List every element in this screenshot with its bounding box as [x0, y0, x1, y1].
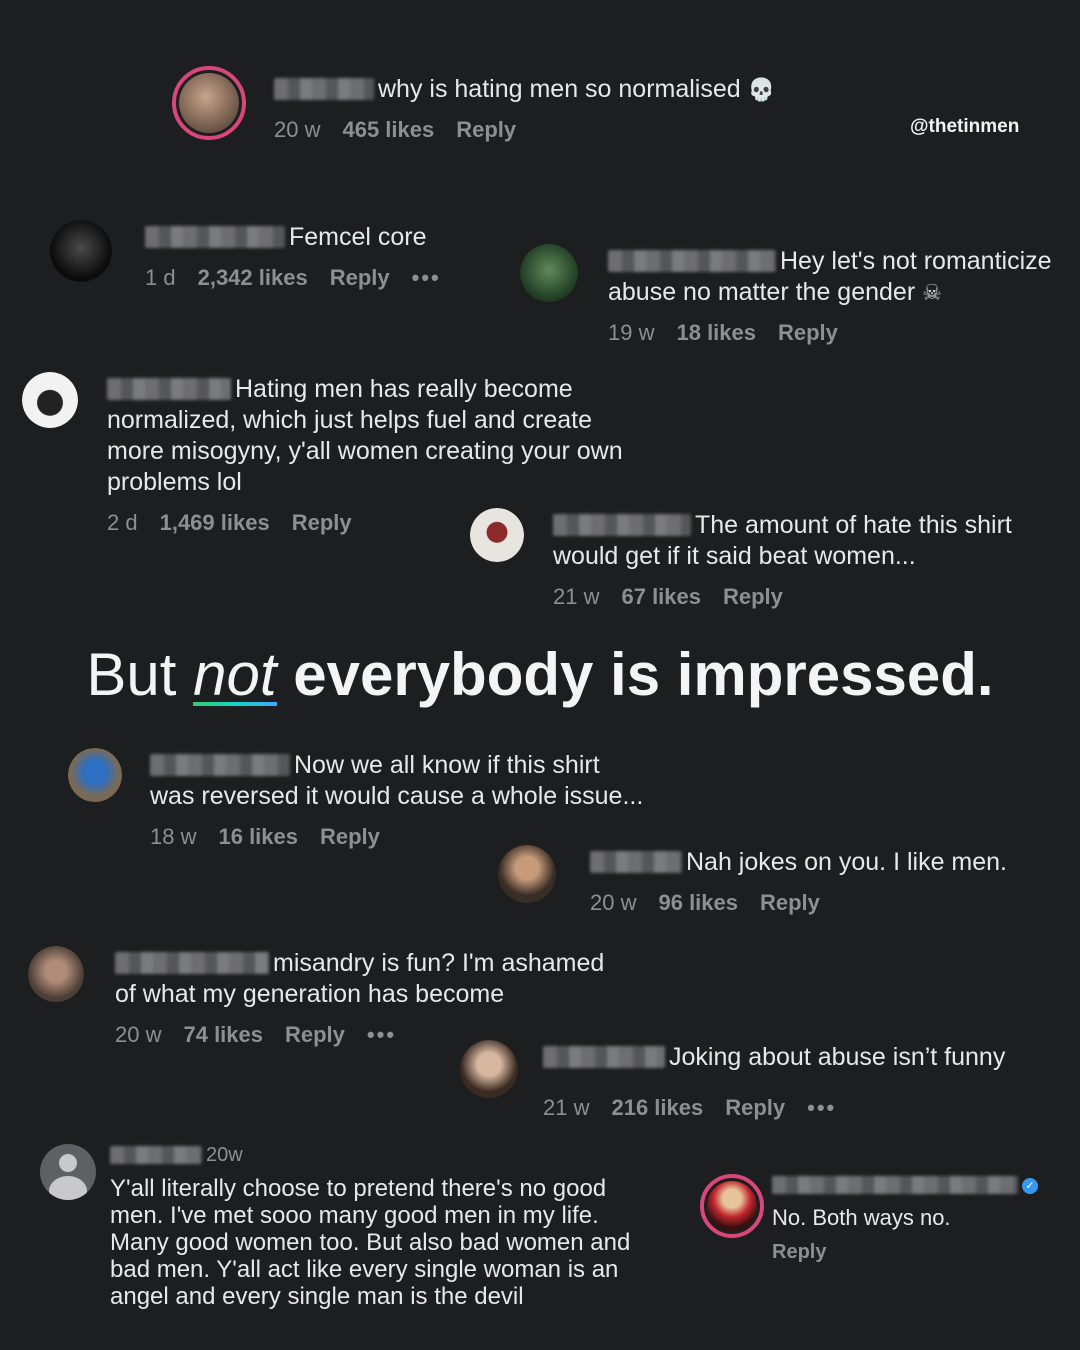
avatar[interactable]: [520, 244, 578, 302]
avatar[interactable]: [470, 508, 524, 562]
skull-emoji-icon: 💀: [747, 77, 776, 102]
comment-time: 18 w: [150, 824, 197, 849]
blurred-username: [274, 78, 374, 100]
verified-badge-icon: ✓: [1022, 1178, 1038, 1194]
likes-count[interactable]: 16 likes: [218, 824, 298, 849]
comment-time: 21 w: [543, 1095, 590, 1120]
blurred-username: [145, 226, 285, 248]
blurred-username: [553, 514, 691, 536]
blurred-username: [772, 1176, 1018, 1194]
watermark: @thetinmen: [910, 116, 1020, 137]
avatar[interactable]: [50, 220, 112, 282]
comment-time: 21 w: [553, 584, 600, 609]
comment: Nah jokes on you. I like men. 20 w 96 lik…: [590, 847, 1050, 916]
headline: But not everybody is impressed.: [0, 640, 1080, 709]
likes-count[interactable]: 96 likes: [658, 890, 738, 915]
blurred-username: [110, 1146, 202, 1164]
blurred-username: [150, 754, 290, 776]
comment-time: 2 d: [107, 510, 138, 535]
comment-time: 20 w: [115, 1022, 162, 1047]
reply-button[interactable]: Reply: [778, 320, 838, 345]
comment: Now we all know if this shirt was revers…: [150, 750, 650, 850]
likes-count[interactable]: 74 likes: [183, 1022, 263, 1047]
headline-part-1: But: [86, 641, 177, 708]
avatar[interactable]: [22, 372, 78, 428]
reply-button[interactable]: Reply: [760, 890, 820, 915]
comment-text: Nah jokes on you. I like men.: [686, 848, 1007, 876]
comment-time: 20 w: [274, 117, 321, 142]
comment-time: 20w: [206, 1144, 243, 1166]
avatar[interactable]: [498, 845, 556, 903]
avatar[interactable]: [28, 946, 84, 1002]
more-options-icon[interactable]: •••: [412, 265, 441, 290]
comment: misandry is fun? I'm ashamed of what my …: [115, 948, 625, 1048]
likes-count[interactable]: 216 likes: [611, 1095, 703, 1120]
avatar[interactable]: [172, 66, 246, 140]
headline-emphasis: not: [193, 641, 277, 708]
more-options-icon[interactable]: •••: [807, 1095, 836, 1120]
skull-crossbones-emoji-icon: ☠: [922, 280, 942, 305]
blurred-username: [115, 952, 269, 974]
comment-text: No. Both ways no.: [772, 1205, 951, 1230]
comment-text: Femcel core: [289, 223, 427, 251]
reply-button[interactable]: Reply: [292, 510, 352, 535]
comment-text: Joking about abuse isn’t funny: [669, 1043, 1006, 1071]
reply-button[interactable]: Reply: [723, 584, 783, 609]
blurred-username: [590, 851, 682, 873]
likes-count[interactable]: 67 likes: [621, 584, 701, 609]
avatar[interactable]: [68, 748, 122, 802]
comment: Femcel core 1 d 2,342 likes Reply •••: [145, 222, 505, 291]
comment: The amount of hate this shirt would get …: [553, 510, 1023, 610]
reply-button[interactable]: Reply: [285, 1022, 345, 1047]
headline-part-2: everybody is impressed.: [293, 641, 994, 708]
comment: Hey let's not romanticize abuse no matte…: [608, 246, 1073, 346]
comment-time: 19 w: [608, 320, 655, 345]
comment: why is hating men so normalised 💀 20 w 46…: [274, 74, 834, 143]
reply-button[interactable]: Reply: [320, 824, 380, 849]
avatar[interactable]: [460, 1040, 518, 1098]
blurred-username: [608, 250, 776, 272]
reply-button[interactable]: Reply: [330, 265, 390, 290]
reply-button[interactable]: Reply: [456, 117, 516, 142]
likes-count[interactable]: 18 likes: [676, 320, 756, 345]
default-avatar-icon[interactable]: [40, 1144, 96, 1200]
comment: Joking about abuse isn’t funny 21 w 216 l…: [543, 1042, 1043, 1121]
comment-text: why is hating men so normalised: [378, 75, 741, 103]
comment: 20w Y'all literally choose to pretend th…: [110, 1144, 660, 1310]
likes-count[interactable]: 2,342 likes: [198, 265, 308, 290]
likes-count[interactable]: 465 likes: [342, 117, 434, 142]
reply-button[interactable]: Reply: [725, 1095, 785, 1120]
comment-text: Y'all literally choose to pretend there'…: [110, 1175, 631, 1310]
reply-button[interactable]: Reply: [772, 1241, 826, 1263]
comment: ✓ No. Both ways no. Reply: [772, 1176, 1062, 1264]
comment-time: 1 d: [145, 265, 176, 290]
comment-time: 20 w: [590, 890, 637, 915]
more-options-icon[interactable]: •••: [367, 1022, 396, 1047]
likes-count[interactable]: 1,469 likes: [160, 510, 270, 535]
blurred-username: [543, 1046, 665, 1068]
avatar[interactable]: [700, 1174, 764, 1238]
blurred-username: [107, 378, 231, 400]
